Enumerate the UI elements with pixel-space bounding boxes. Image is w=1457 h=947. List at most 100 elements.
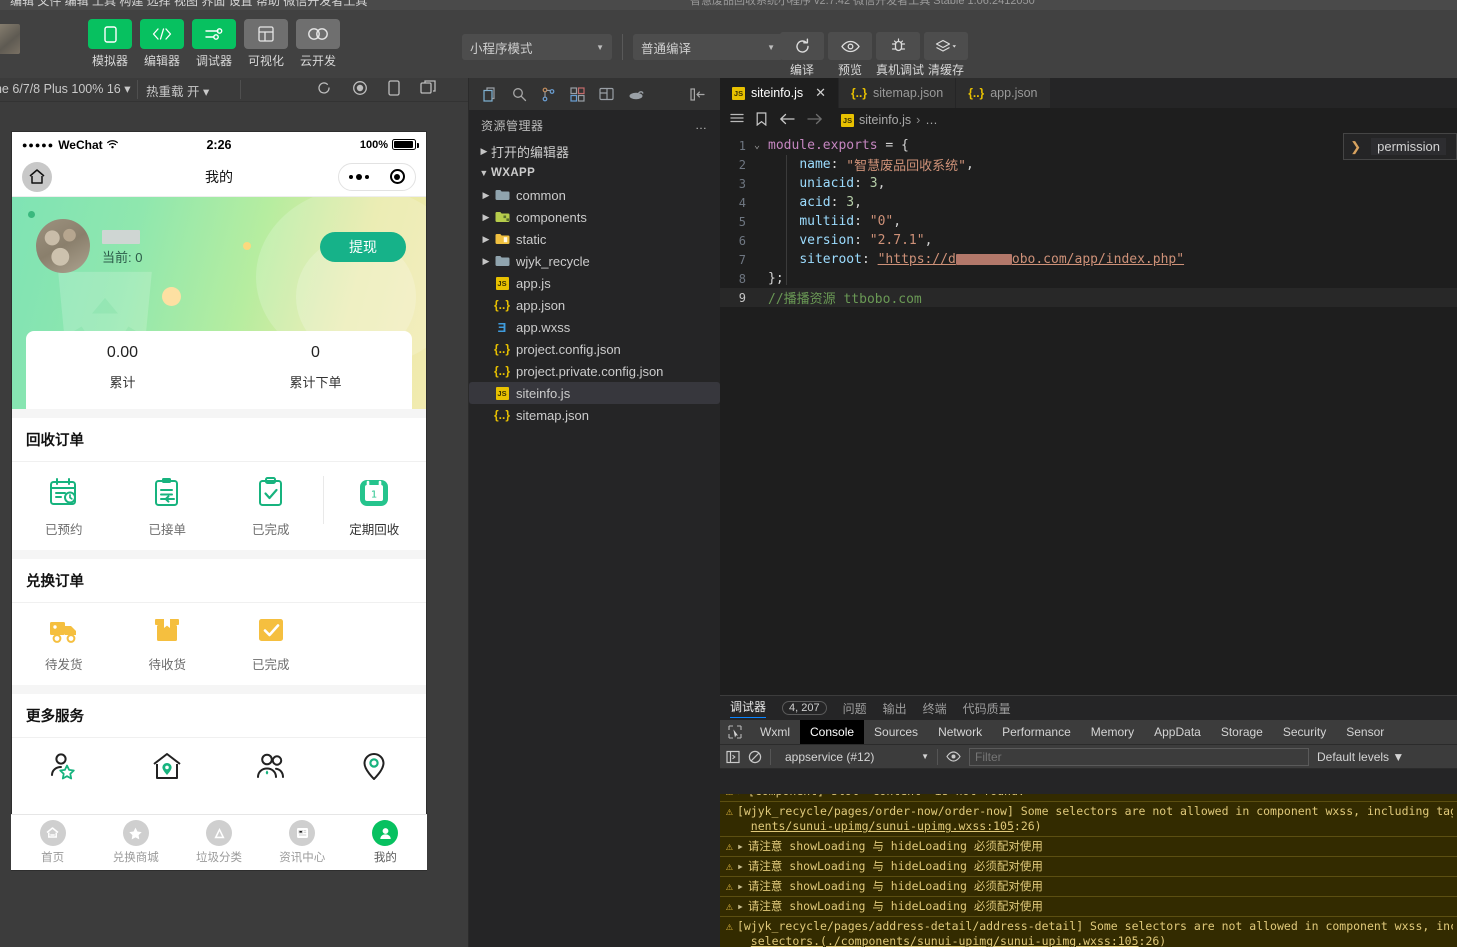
console-context-select[interactable]: appservice (#12) ▼ [779,750,929,764]
tab-home[interactable]: 首页 [11,815,94,870]
devtools-tab-terminal[interactable]: 终端 [923,700,947,717]
permission-popup[interactable]: ❯ permission [1343,133,1457,160]
panel-tab-storage[interactable]: Storage [1211,720,1273,744]
tree-item-project-private-config[interactable]: {..} project.private.config.json [469,360,720,382]
tree-item-static[interactable]: ▶ static [469,228,720,250]
detach-window-icon[interactable] [420,80,436,99]
clear-console-icon[interactable] [748,750,762,764]
bookmark-icon[interactable] [756,112,767,129]
tab-profile[interactable]: 我的 [344,815,427,870]
docker-icon[interactable] [628,88,645,101]
nav-forward-icon[interactable] [807,113,823,128]
more-dots-icon[interactable] [349,174,369,180]
tree-item-app-js[interactable]: JS app.js [469,272,720,294]
breadcrumb-path[interactable]: JS siteinfo.js › … [841,113,938,127]
devtools-tab-debugger[interactable]: 调试器 [730,698,766,718]
panel-tab-sources[interactable]: Sources [864,720,928,744]
search-icon[interactable] [512,87,527,102]
console-log-row[interactable]: ⚠ ▸ 请注意 showLoading 与 hideLoading 必须配对使用 [720,857,1457,877]
panel-tab-security[interactable]: Security [1273,720,1336,744]
panel-tab-network[interactable]: Network [928,720,992,744]
editor-tab-sitemap-json[interactable]: {..} sitemap.json [839,78,956,108]
explorer-open-editors[interactable]: ▶ 打开的编辑器 [469,140,720,162]
expand-arrow-icon[interactable]: ▸ [737,839,744,854]
grid-item-accepted[interactable]: 已接单 [116,476,220,538]
console-log-row[interactable]: ⚠ ▸ 请注意 showLoading 与 hideLoading 必须配对使用 [720,837,1457,857]
real-device-debug-button[interactable]: 真机调试 [876,32,920,78]
console-log-row[interactable]: ⚠ ▸ 请注意 showLoading 与 hideLoading 必须配对使用 [720,897,1457,917]
panel-tab-memory[interactable]: Memory [1081,720,1144,744]
console-log-row[interactable]: ⚠ [wjyk_recycle/pages/address-detail/add… [720,917,1457,947]
toolbar-button-debugger[interactable]: 调试器 [192,19,236,69]
nav-back-icon[interactable] [779,113,795,128]
compile-button[interactable]: 编译 [780,32,824,78]
editor-tab-siteinfo-js[interactable]: JS siteinfo.js ✕ [720,78,839,108]
console-log-row[interactable]: ⚠ ▸ [Component] slot "content" is not fo… [720,794,1457,802]
user-avatar-thumb[interactable] [0,24,20,54]
console-levels-select[interactable]: Default levels ▼ [1317,750,1404,764]
tree-item-siteinfo-js[interactable]: JS siteinfo.js [469,382,720,404]
files-icon[interactable] [483,87,498,102]
console-log-row[interactable]: ⚠ ▸ 请注意 showLoading 与 hideLoading 必须配对使用 [720,877,1457,897]
panel-tab-appdata[interactable]: AppData [1144,720,1211,744]
explorer-more-icon[interactable]: … [695,118,708,132]
expand-arrow-icon[interactable]: ▸ [737,794,744,799]
editor-tab-app-json[interactable]: {..} app.json [956,78,1050,108]
devtools-tab-code-quality[interactable]: 代码质量 [963,700,1011,717]
toolbar-button-simulator[interactable]: 模拟器 [88,19,132,69]
console-filter-input[interactable] [969,748,1309,766]
close-target-icon[interactable] [390,169,405,184]
tree-item-app-wxss[interactable]: Ǝ app.wxss [469,316,720,338]
panel-tab-performance[interactable]: Performance [992,720,1081,744]
console-settings-eye-icon[interactable] [946,750,961,763]
tab-classification[interactable]: 垃圾分类 [177,815,260,870]
close-icon[interactable]: ✕ [815,85,826,101]
console-output[interactable]: ⚠ ▸ [Component] slot "content" is not fo… [720,794,1457,947]
grid-item-pending-shipment[interactable]: 待发货 [12,617,116,673]
devtools-tab-output[interactable]: 输出 [883,700,907,717]
outline-toggle-icon[interactable] [730,113,744,128]
expand-arrow-icon[interactable]: ▸ [737,879,744,894]
panel-tab-sensor[interactable]: Sensor [1336,720,1394,744]
chevron-right-icon[interactable]: ❯ [1350,139,1361,155]
explorer-root[interactable]: ▼ WXAPP [469,162,720,184]
tree-item-app-json[interactable]: {..} app.json [469,294,720,316]
tree-item-common[interactable]: ▶ common [469,184,720,206]
devtools-tab-problems[interactable]: 问题 [843,700,867,717]
compile-select[interactable]: 普通编译 ▼ [633,34,783,60]
inspect-element-icon[interactable] [720,720,750,744]
device-select[interactable]: one 6/7/8 Plus 100% 16 ▾ [0,81,131,96]
grid-item-scheduled-recycle[interactable]: 1 定期回收 [323,476,427,538]
tab-mall[interactable]: 兑换商城 [94,815,177,870]
console-log-row[interactable]: ⚠ [wjyk_recycle/pages/order-now/order-no… [720,802,1457,837]
menu-bar[interactable]: 编辑 文件 编辑 工具 构建 选择 视图 界面 设置 帮助 微信开发者工具 [10,0,367,9]
record-icon[interactable] [352,80,368,99]
device-frame-icon[interactable] [388,80,400,99]
grid-item-completed[interactable]: 已完成 [219,476,323,538]
panel-tab-wxml[interactable]: Wxml [750,720,800,744]
tree-item-project-config[interactable]: {..} project.config.json [469,338,720,360]
withdraw-button[interactable]: 提现 [320,232,406,262]
toolbar-button-visual[interactable]: 可视化 [244,19,288,69]
tab-news[interactable]: 资讯中心 [261,815,344,870]
hot-reload-select[interactable]: 热重载 开 ▾ [146,81,209,100]
avatar[interactable] [36,219,90,273]
service-item-member[interactable] [12,752,116,791]
source-control-icon[interactable] [541,87,556,102]
service-item-community[interactable] [219,752,323,791]
panel-tab-console[interactable]: Console [800,720,864,744]
expand-arrow-icon[interactable]: ▸ [737,859,744,874]
tree-item-wjyk-recycle[interactable]: ▶ wjyk_recycle [469,250,720,272]
clear-cache-button[interactable]: 清缓存 [924,32,968,78]
service-item-address[interactable] [116,752,220,791]
expand-arrow-icon[interactable]: ▸ [737,899,744,914]
refresh-simulator-icon[interactable] [316,80,332,99]
toolbar-button-cloud[interactable]: 云开发 [296,19,340,69]
grid-item-pending-receipt[interactable]: 待收货 [116,617,220,673]
grid-item-exchange-completed[interactable]: 已完成 [219,617,323,673]
console-sidebar-icon[interactable] [726,750,740,764]
toolbar-button-editor[interactable]: 编辑器 [140,19,184,69]
extensions-icon[interactable] [570,87,585,102]
outline-icon[interactable] [599,87,614,101]
grid-item-reserved[interactable]: 已预约 [12,476,116,538]
